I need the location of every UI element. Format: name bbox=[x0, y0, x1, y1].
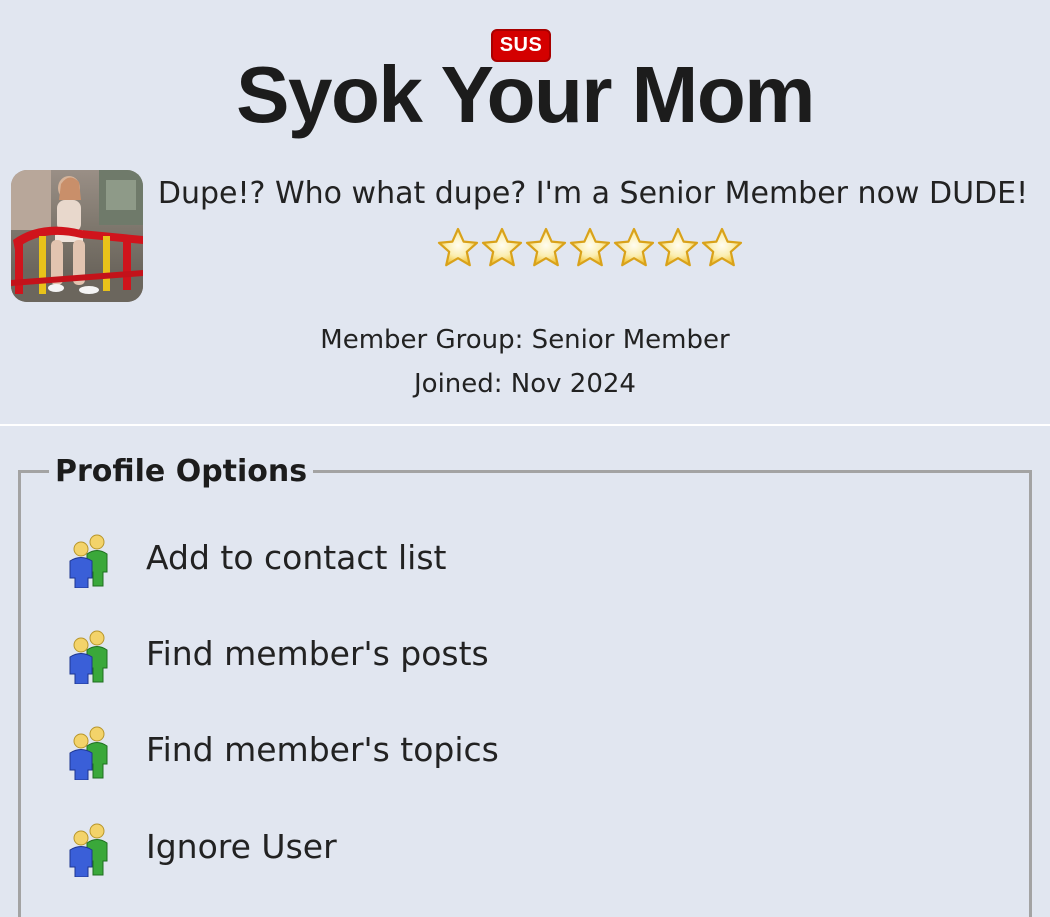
star-icon bbox=[656, 226, 700, 270]
joined-date-text: Joined: Nov 2024 bbox=[414, 369, 636, 399]
star-icon bbox=[700, 226, 744, 270]
profile-page: SUS Syok Your Mom Dupe!? Who what dupe? … bbox=[0, 0, 1050, 917]
avatar[interactable] bbox=[11, 170, 143, 302]
star-icon bbox=[480, 226, 524, 270]
members-icon bbox=[66, 628, 114, 685]
star-icon bbox=[436, 226, 480, 270]
add-contact-option[interactable]: Add to contact list bbox=[21, 528, 921, 589]
profile-options-title: Profile Options bbox=[49, 455, 314, 489]
profile-header: SUS Syok Your Mom Dupe!? Who what dupe? … bbox=[0, 0, 1050, 426]
option-label[interactable]: Find member's posts bbox=[146, 632, 489, 676]
avatar-image bbox=[11, 170, 143, 302]
username-title: Syok Your Mom bbox=[236, 50, 815, 139]
find-posts-option[interactable]: Find member's posts bbox=[21, 624, 921, 685]
option-label[interactable]: Ignore User bbox=[146, 825, 337, 869]
profile-options-panel: Profile Options Add to contact list Find… bbox=[18, 455, 1032, 917]
rating-stars bbox=[436, 226, 744, 270]
star-icon bbox=[524, 226, 568, 270]
star-icon bbox=[612, 226, 656, 270]
option-label[interactable]: Find member's topics bbox=[146, 728, 499, 772]
ignore-user-option[interactable]: Ignore User bbox=[21, 817, 921, 878]
members-icon bbox=[66, 821, 114, 878]
members-icon bbox=[66, 532, 114, 589]
member-tagline: Dupe!? Who what dupe? I'm a Senior Membe… bbox=[157, 176, 1029, 211]
member-group-text: Member Group: Senior Member bbox=[320, 325, 730, 355]
star-icon bbox=[568, 226, 612, 270]
option-label[interactable]: Add to contact list bbox=[146, 536, 446, 580]
members-icon bbox=[66, 724, 114, 781]
find-topics-option[interactable]: Find member's topics bbox=[21, 720, 921, 781]
